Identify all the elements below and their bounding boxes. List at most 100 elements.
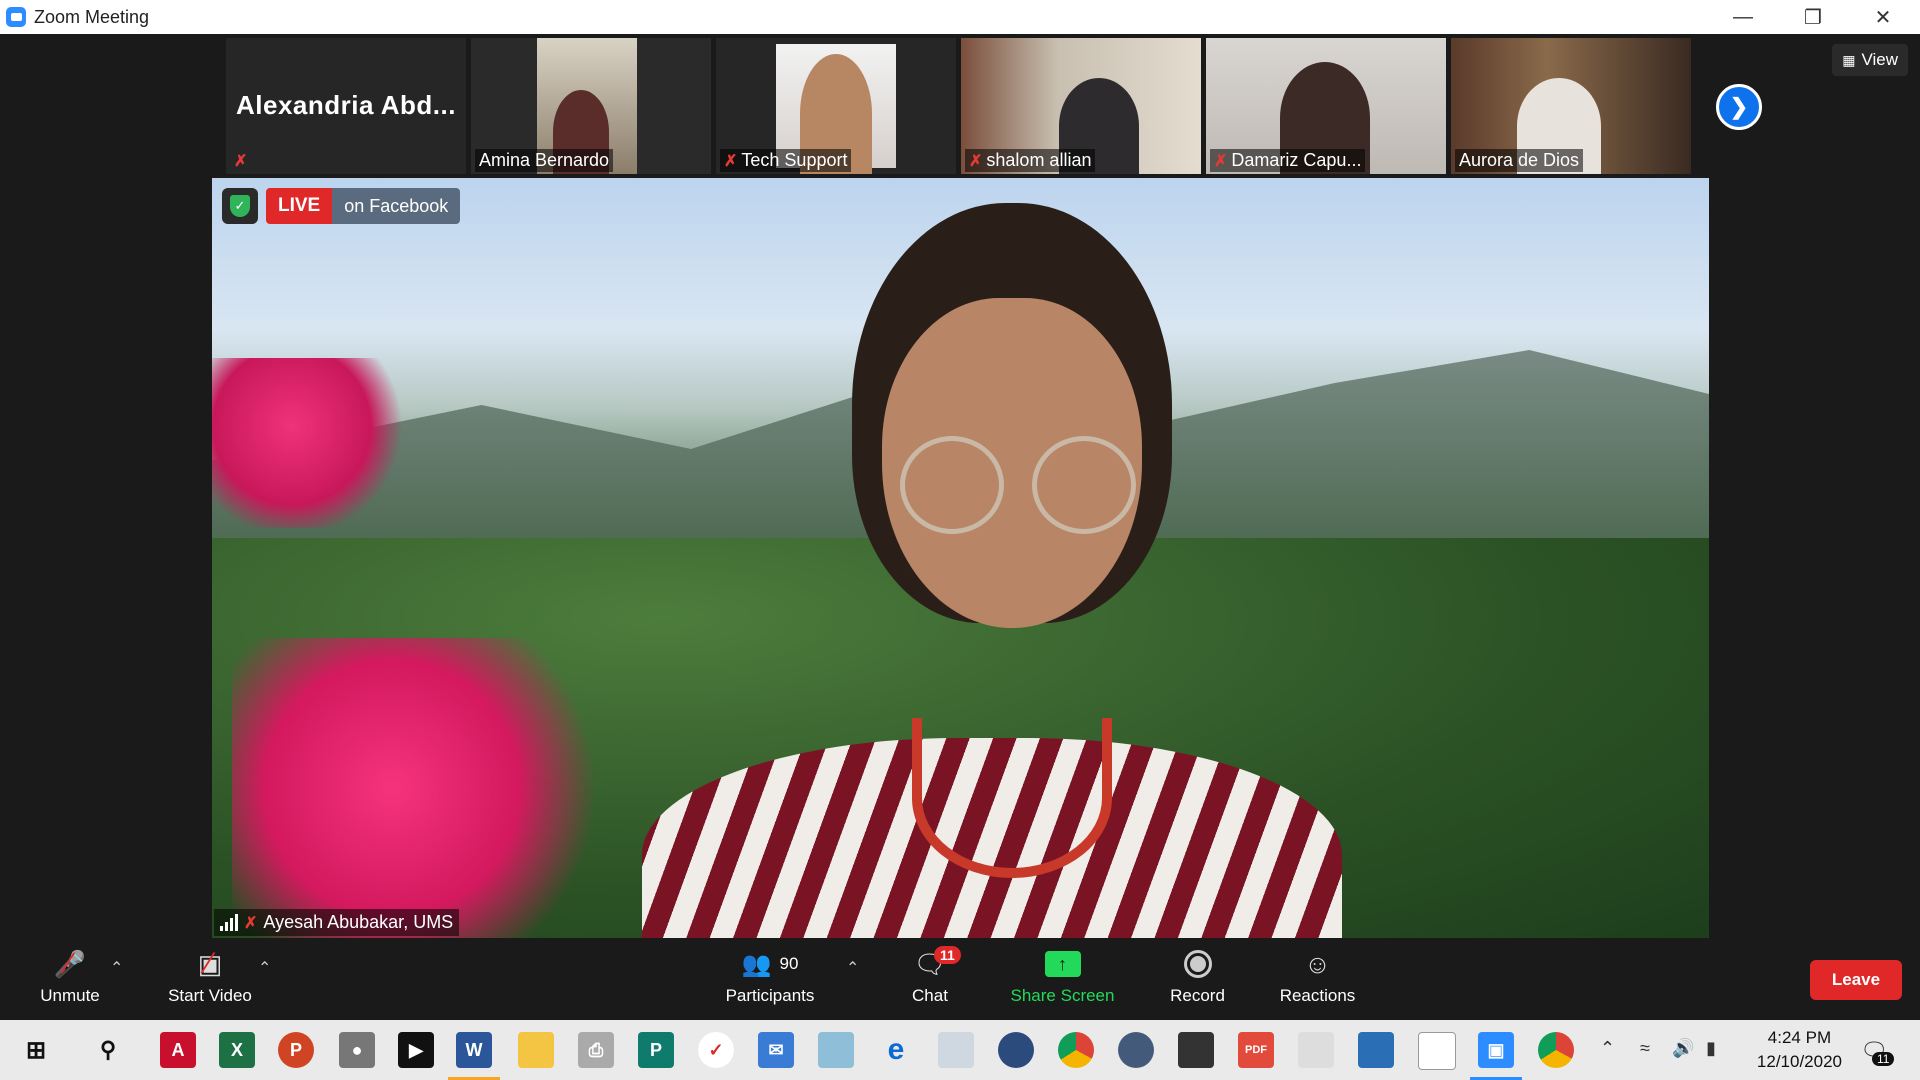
close-icon[interactable]: ✕ (1850, 0, 1916, 34)
gallery-strip: Alexandria Abd... ✗ Amina Bernardo ✗ Tech… (226, 38, 1691, 174)
acrobat-icon[interactable]: A (160, 1032, 196, 1068)
participant-label: ✗ Tech Support (720, 149, 852, 172)
notification-count-badge: 11 (1872, 1052, 1895, 1066)
mic-muted-icon: 🎤 ⁄ (53, 947, 87, 980)
windows-start-icon[interactable]: ⊞ (18, 1032, 54, 1068)
windows-taskbar: ⊞ ⚲ A X P ● ▶ W ⎙ P ✓ ✉ e PDF ▣ ⌃ ≈ 🔊 ▮ … (0, 1020, 1920, 1080)
mic-muted-icon: ✗ (234, 153, 248, 170)
participant-tile[interactable]: ✗ Damariz Capu... (1206, 38, 1446, 174)
meeting-stage: Alexandria Abd... ✗ Amina Bernardo ✗ Tech… (0, 34, 1920, 940)
library-icon[interactable] (1118, 1032, 1154, 1068)
chrome-profile-icon[interactable] (1538, 1032, 1574, 1068)
participants-count: 90 (779, 954, 799, 973)
chrome-icon[interactable] (1058, 1032, 1094, 1068)
participant-tile[interactable]: Aurora de Dios (1451, 38, 1691, 174)
tasks-icon[interactable]: ✓ (698, 1032, 734, 1068)
restore-icon[interactable]: ❐ (1780, 0, 1846, 34)
live-pill: LIVE on Facebook (266, 188, 461, 224)
search-icon[interactable]: ⚲ (90, 1032, 126, 1068)
participant-tile[interactable]: ✗ Tech Support (716, 38, 956, 174)
images-icon[interactable] (938, 1032, 974, 1068)
flowers-bottom (232, 638, 632, 938)
wifi-icon[interactable]: ≈ (1640, 1038, 1650, 1059)
chat-label: Chat (912, 986, 948, 1005)
reactions-button[interactable]: ☺ Reactions (1270, 946, 1365, 1006)
participant-label: Aurora de Dios (1455, 149, 1584, 172)
grammar-icon[interactable] (1418, 1032, 1456, 1070)
view-button[interactable]: ▦ View (1832, 44, 1908, 76)
participants-label: Participants (725, 986, 815, 1005)
zoom-icon[interactable]: ▣ (1478, 1032, 1514, 1068)
share-screen-label: Share Screen (1010, 986, 1115, 1005)
publisher-icon[interactable]: P (638, 1032, 674, 1068)
record-icon (1183, 946, 1212, 982)
share-screen-icon: ↑ (1044, 946, 1081, 982)
taskbar-clock[interactable]: 4:24 PM 12/10/2020 (1757, 1026, 1842, 1074)
start-video-button[interactable]: ▣ ⁄ Start Video (160, 946, 260, 1006)
clock-date: 12/10/2020 (1756, 1052, 1842, 1071)
record-button[interactable]: Record (1160, 946, 1235, 1006)
store-icon[interactable] (1178, 1032, 1214, 1068)
unmute-label: Unmute (40, 986, 100, 1005)
participants-caret-icon[interactable]: ⌃ (846, 958, 859, 978)
reactions-icon: ☺ (1304, 948, 1331, 979)
signal-strength-icon (220, 914, 238, 931)
speaker-label: ✗ Ayesah Abubakar, UMS (214, 909, 460, 936)
live-label: LIVE (266, 188, 333, 224)
participant-tile[interactable]: Alexandria Abd... ✗ (226, 38, 466, 174)
powerpoint-icon[interactable]: P (278, 1032, 314, 1068)
printer-icon[interactable]: ⎙ (578, 1032, 614, 1068)
video-options-caret-icon[interactable]: ⌃ (258, 958, 271, 978)
participants-button[interactable]: 👥 90 Participants (720, 946, 820, 1006)
doc-icon[interactable] (1298, 1032, 1334, 1068)
unmute-button[interactable]: 🎤 ⁄ Unmute (30, 946, 110, 1006)
excel-icon[interactable]: X (219, 1032, 255, 1068)
chat-unread-badge: 11 (934, 946, 961, 964)
chevron-right-icon: ❯ (1729, 94, 1749, 119)
leave-button[interactable]: Leave (1810, 960, 1902, 1000)
reactions-label: Reactions (1279, 986, 1356, 1005)
chat-button[interactable]: 🗨 Chat 11 (900, 946, 961, 1006)
volume-icon[interactable]: 🔊 (1672, 1038, 1694, 1059)
audio-options-caret-icon[interactable]: ⌃ (110, 958, 123, 978)
participant-tile[interactable]: ✗ shalom allian (961, 38, 1201, 174)
battery-icon[interactable]: ▮ (1706, 1038, 1716, 1059)
tray-overflow-icon[interactable]: ⌃ (1600, 1038, 1615, 1059)
participant-tile[interactable]: Amina Bernardo (471, 38, 711, 174)
photos-icon[interactable] (1358, 1032, 1394, 1068)
speaker-name: Ayesah Abubakar, UMS (263, 912, 454, 932)
title-bar: Zoom Meeting — ❐ ✕ (0, 0, 1920, 34)
participant-label: ✗ Damariz Capu... (1210, 149, 1366, 172)
outlook-icon[interactable]: ✉ (758, 1032, 794, 1068)
clock-time: 4:24 PM (1767, 1028, 1832, 1047)
live-stream-badge[interactable]: ✓ LIVE on Facebook (222, 188, 461, 224)
active-speaker-video[interactable]: ✓ LIVE on Facebook ✗ Ayesah Abubakar, UM… (212, 178, 1709, 938)
edge-icon[interactable]: e (878, 1032, 914, 1068)
glasses-right (1032, 436, 1136, 534)
word-icon[interactable]: W (456, 1032, 492, 1068)
participant-name: Amina Bernardo (479, 150, 610, 170)
zoom-app-icon (6, 7, 26, 27)
participant-name: shalom allian (986, 150, 1092, 170)
next-page-button[interactable]: ❯ (1716, 84, 1762, 130)
participant-mute: ✗ (230, 150, 251, 172)
media-icon[interactable]: ▶ (398, 1032, 434, 1068)
podcast-icon[interactable]: ● (339, 1032, 375, 1068)
participant-name: Tech Support (741, 150, 848, 170)
participants-icon: 👥 90 (741, 950, 799, 978)
record-label: Record (1170, 986, 1225, 1005)
share-screen-button[interactable]: ↑ Share Screen (1005, 946, 1120, 1006)
pdf-icon[interactable]: PDF (1238, 1032, 1274, 1068)
platform-label: on Facebook (332, 188, 461, 224)
flowers-top (212, 358, 412, 528)
file-explorer-icon[interactable] (518, 1032, 554, 1068)
notes-icon[interactable] (818, 1032, 854, 1068)
grid-view-icon: ▦ (1842, 51, 1856, 68)
vpn-icon[interactable] (998, 1032, 1034, 1068)
start-video-label: Start Video (168, 986, 252, 1005)
window-title: Zoom Meeting (34, 6, 150, 27)
participant-name: Damariz Capu... (1231, 150, 1362, 170)
meeting-toolbar: 🎤 ⁄ Unmute ⌃ ▣ ⁄ Start Video ⌃ 👥 90 Partici… (0, 940, 1920, 1020)
mic-muted-icon: ✗ (969, 152, 983, 170)
minimize-icon[interactable]: — (1710, 0, 1776, 34)
